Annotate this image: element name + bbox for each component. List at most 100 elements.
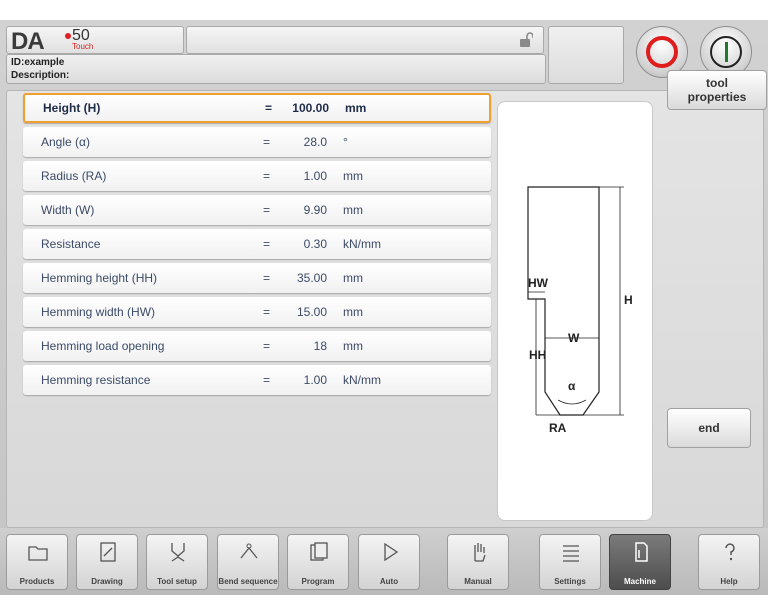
- settings-icon: [563, 545, 579, 562]
- nav-help-button[interactable]: Help: [698, 534, 760, 590]
- label-w: W: [568, 331, 580, 345]
- nav-drawing-button[interactable]: Drawing: [76, 534, 138, 590]
- logo-sub: Touch: [72, 42, 94, 51]
- parameter-unit: mm: [343, 271, 363, 285]
- label-hh: HH: [529, 348, 546, 362]
- parameter-row[interactable]: Hemming height (HH) = 35.00 mm: [23, 263, 491, 293]
- tool-drawing: HW H W HH α RA: [497, 101, 653, 521]
- parameter-label: Resistance: [41, 237, 101, 251]
- parameter-value[interactable]: 9.90: [283, 203, 327, 217]
- nav-tool-setup-button[interactable]: Tool setup: [146, 534, 208, 590]
- unlock-icon[interactable]: [519, 32, 533, 48]
- app-window: DA 50 Touch ID:example Description: Heig…: [0, 20, 768, 595]
- program-id: ID:example: [11, 57, 65, 68]
- parameter-row[interactable]: Hemming load opening = 18 mm: [23, 331, 491, 361]
- parameter-eq: =: [263, 373, 271, 387]
- bend-sequence-icon: [240, 543, 258, 559]
- label-ra: RA: [549, 421, 567, 435]
- nav-label: Auto: [379, 577, 399, 586]
- parameter-eq: =: [263, 169, 271, 183]
- parameter-label: Hemming load opening: [41, 339, 165, 353]
- help-icon: [725, 543, 735, 561]
- parameter-row[interactable]: Angle (α) = 28.0 °: [23, 127, 491, 157]
- logo-dot: [65, 33, 71, 39]
- nav-label: Manual: [464, 577, 492, 586]
- logo: DA 50 Touch: [6, 26, 184, 55]
- parameter-label: Hemming height (HH): [41, 271, 158, 285]
- main-panel: Height (H) = 100.00 mm Angle (α) = 28.0 ° Radius…: [6, 90, 764, 528]
- title-bar: [186, 26, 544, 54]
- nav-label: Products: [19, 577, 55, 586]
- tool-properties-button[interactable]: tool properties: [667, 70, 767, 110]
- parameter-eq: =: [263, 135, 271, 149]
- parameter-value[interactable]: 28.0: [283, 135, 327, 149]
- nav-label: Drawing: [91, 577, 123, 586]
- hand-icon: [474, 543, 486, 562]
- folder-icon: [28, 546, 48, 561]
- parameter-eq: =: [263, 271, 271, 285]
- parameter-label: Radius (RA): [41, 169, 107, 183]
- end-button[interactable]: end: [667, 408, 751, 448]
- parameter-unit: mm: [345, 101, 367, 115]
- status-box: [548, 26, 624, 84]
- nav-bend-sequence-button[interactable]: Bend sequence: [217, 534, 279, 590]
- nav-settings-button[interactable]: Settings: [539, 534, 601, 590]
- parameter-label: Hemming width (HW): [41, 305, 156, 319]
- program-icon: [310, 542, 328, 561]
- parameter-eq: =: [263, 237, 271, 251]
- parameter-unit: kN/mm: [343, 373, 381, 387]
- nav-label: Help: [720, 577, 738, 586]
- parameter-row[interactable]: Radius (RA) = 1.00 mm: [23, 161, 491, 191]
- bottom-navigation: Products Drawing Tool setup Bend sequence Pr…: [0, 528, 768, 595]
- parameter-label: Angle (α): [41, 135, 90, 149]
- logo-brand: DA: [11, 28, 45, 55]
- parameter-unit: mm: [343, 339, 363, 353]
- nav-label: Bend sequence: [218, 577, 278, 586]
- parameter-unit: mm: [343, 169, 363, 183]
- parameter-label: Width (W): [41, 203, 95, 217]
- drawing-icon: [100, 542, 116, 562]
- parameter-unit: kN/mm: [343, 237, 381, 251]
- parameter-row[interactable]: Height (H) = 100.00 mm: [23, 93, 491, 123]
- parameter-row[interactable]: Hemming resistance = 1.00 kN/mm: [23, 365, 491, 395]
- program-info: ID:example Description:: [6, 54, 546, 84]
- parameter-value[interactable]: 100.00: [285, 101, 329, 115]
- program-description: Description:: [11, 70, 70, 81]
- punch-drawing: HW H W HH α RA: [527, 186, 633, 435]
- parameter-unit: mm: [343, 305, 363, 319]
- parameter-unit: mm: [343, 203, 363, 217]
- tool-setup-icon: [171, 543, 185, 562]
- parameter-value[interactable]: 35.00: [283, 271, 327, 285]
- parameter-value[interactable]: 15.00: [283, 305, 327, 319]
- play-icon: [384, 542, 399, 562]
- parameter-label: Hemming resistance: [41, 373, 151, 387]
- nav-machine-button[interactable]: Machine: [609, 534, 671, 590]
- start-bar-icon: [725, 42, 728, 62]
- parameter-row[interactable]: Resistance = 0.30 kN/mm: [23, 229, 491, 259]
- machine-icon: [635, 542, 648, 562]
- parameter-unit: °: [343, 135, 348, 149]
- parameter-eq: =: [263, 203, 271, 217]
- nav-products-button[interactable]: Products: [6, 534, 68, 590]
- parameter-eq: =: [263, 305, 271, 319]
- parameter-value[interactable]: 1.00: [283, 373, 327, 387]
- nav-auto-button[interactable]: Auto: [358, 534, 420, 590]
- nav-label: Program: [301, 577, 335, 586]
- nav-program-button[interactable]: Program: [287, 534, 349, 590]
- parameter-row[interactable]: Width (W) = 9.90 mm: [23, 195, 491, 225]
- stop-icon: [646, 36, 678, 68]
- nav-label: Settings: [554, 577, 586, 586]
- label-h: H: [624, 293, 633, 307]
- nav-manual-button[interactable]: Manual: [447, 534, 509, 590]
- nav-label: Machine: [623, 577, 656, 586]
- parameter-eq: =: [263, 339, 271, 353]
- parameter-value[interactable]: 18: [283, 339, 327, 353]
- label-hw: HW: [528, 276, 549, 290]
- parameter-eq: =: [265, 101, 273, 115]
- nav-label: Tool setup: [157, 577, 197, 586]
- parameter-value[interactable]: 0.30: [283, 237, 327, 251]
- parameter-row[interactable]: Hemming width (HW) = 15.00 mm: [23, 297, 491, 327]
- parameter-value[interactable]: 1.00: [283, 169, 327, 183]
- parameter-label: Height (H): [43, 101, 101, 115]
- label-alpha: α: [568, 379, 576, 393]
